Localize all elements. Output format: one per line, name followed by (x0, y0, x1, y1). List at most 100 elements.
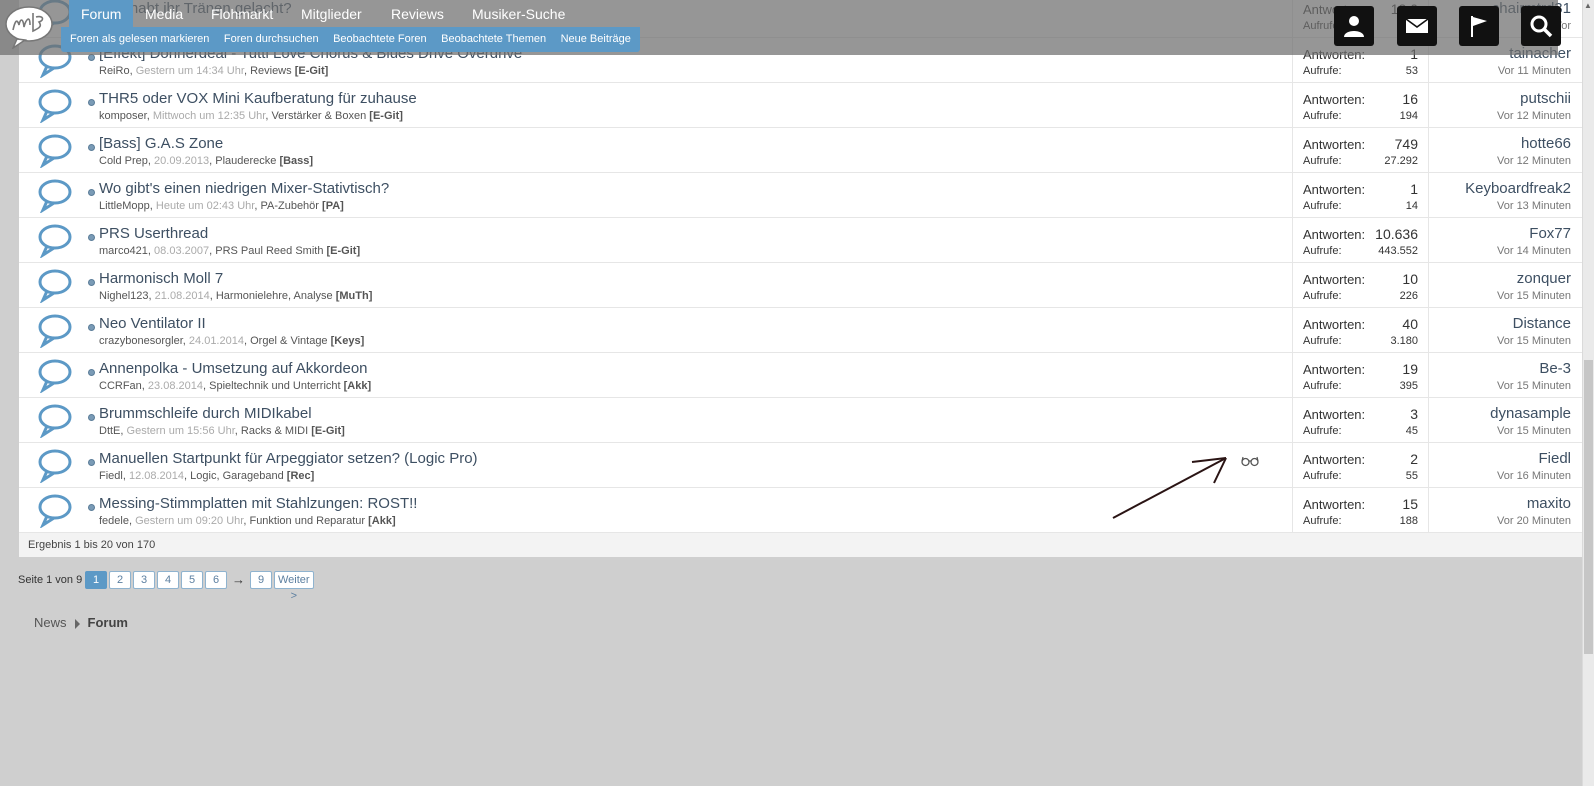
thread-date[interactable]: Gestern um 14:34 Uhr (136, 65, 244, 77)
thread-forum[interactable]: Funktion und Reparatur (249, 515, 365, 527)
thread-author[interactable]: fedele (99, 515, 129, 527)
thread-forum[interactable]: Harmonielehre, Analyse (216, 290, 333, 302)
thread-date[interactable]: 24.01.2014 (189, 335, 244, 347)
nav-tab-forum[interactable]: Forum (69, 0, 134, 28)
unread-dot-icon[interactable] (88, 504, 95, 511)
last-post-time[interactable]: Vor 13 Minuten (1497, 200, 1571, 212)
unread-dot-icon[interactable] (88, 369, 95, 376)
thread-title[interactable]: Wo gibt's einen niedrigen Mixer-Stativti… (99, 180, 389, 197)
thread-forum[interactable]: Orgel & Vintage (250, 335, 327, 347)
last-post-user[interactable]: Fox77 (1529, 225, 1571, 242)
thread-forum[interactable]: PA-Zubehör (260, 200, 319, 212)
subnav-watched-forums[interactable]: Beobachtete Foren (328, 27, 432, 52)
thread-title[interactable]: Annenpolka - Umsetzung auf Akkordeon (99, 360, 368, 377)
last-post-user[interactable]: zonquer (1517, 270, 1571, 287)
last-post-user[interactable]: hotte66 (1521, 135, 1571, 152)
breadcrumb-home[interactable]: News (34, 615, 67, 630)
thread-author[interactable]: Cold Prep (99, 155, 148, 167)
page-link-6[interactable]: 6 (205, 571, 227, 589)
breadcrumb-current[interactable]: Forum (88, 615, 128, 630)
last-post-time[interactable]: Vor 11 Minuten (1498, 65, 1571, 77)
page-link-1[interactable]: 1 (85, 571, 107, 589)
thread-title[interactable]: Manuellen Startpunkt für Arpeggiator set… (99, 450, 478, 467)
unread-dot-icon[interactable] (88, 99, 95, 106)
site-logo[interactable] (3, 3, 55, 49)
thread-title[interactable]: Brummschleife durch MIDIkabel (99, 405, 312, 422)
last-post-time[interactable]: Vor 15 Minuten (1497, 425, 1571, 437)
last-post-user[interactable]: putschii (1520, 90, 1571, 107)
thread-forum[interactable]: Plauderecke (215, 155, 276, 167)
scrollbar-thumb[interactable] (1584, 360, 1593, 654)
thread-date[interactable]: 21.08.2014 (155, 290, 210, 302)
unread-dot-icon[interactable] (88, 54, 95, 61)
thread-title[interactable]: THR5 oder VOX Mini Kaufberatung für zuha… (99, 90, 417, 107)
unread-dot-icon[interactable] (88, 144, 95, 151)
thread-date[interactable]: Heute um 02:43 Uhr (156, 200, 254, 212)
last-post-time[interactable]: Vor 15 Minuten (1497, 380, 1571, 392)
thread-title[interactable]: [Bass] G.A.S Zone (99, 135, 223, 152)
page-scrollbar[interactable]: ▲ (1582, 0, 1594, 786)
nav-tab-flohmarkt[interactable]: Flohmarkt (199, 0, 285, 28)
thread-date[interactable]: Mittwoch um 12:35 Uhr (153, 110, 266, 122)
thread-title[interactable]: Neo Ventilator II (99, 315, 206, 332)
last-post-time[interactable]: Vor 14 Minuten (1497, 245, 1571, 257)
unread-dot-icon[interactable] (88, 189, 95, 196)
subnav-mark-read[interactable]: Foren als gelesen markieren (65, 27, 214, 52)
last-post-user[interactable]: Distance (1513, 315, 1571, 332)
user-button[interactable] (1334, 6, 1374, 46)
thread-author[interactable]: Nighel123 (99, 290, 149, 302)
subnav-new-posts[interactable]: Neue Beiträge (556, 27, 636, 52)
thread-forum[interactable]: Spieltechnik und Unterricht (209, 380, 340, 392)
thread-forum[interactable]: Racks & MIDI (241, 425, 308, 437)
unread-dot-icon[interactable] (88, 459, 95, 466)
subnav-watched-threads[interactable]: Beobachtete Themen (436, 27, 551, 52)
thread-title[interactable]: PRS Userthread (99, 225, 208, 242)
last-post-time[interactable]: Vor 12 Minuten (1497, 110, 1571, 122)
unread-dot-icon[interactable] (88, 414, 95, 421)
thread-date[interactable]: 08.03.2007 (154, 245, 209, 257)
thread-date[interactable]: Gestern um 09:20 Uhr (135, 515, 243, 527)
scroll-up-icon[interactable]: ▲ (1584, 1, 1592, 10)
thread-author[interactable]: CCRFan (99, 380, 142, 392)
thread-author[interactable]: komposer (99, 110, 147, 122)
last-post-user[interactable]: maxito (1527, 495, 1571, 512)
thread-author[interactable]: LittleMopp (99, 200, 150, 212)
search-button[interactable] (1521, 6, 1561, 46)
last-post-user[interactable]: dynasample (1490, 405, 1571, 422)
last-post-time[interactable]: Vor 15 Minuten (1497, 335, 1571, 347)
thread-forum[interactable]: Verstärker & Boxen (271, 110, 366, 122)
last-post-time[interactable]: Vor 15 Minuten (1497, 290, 1571, 302)
unread-dot-icon[interactable] (88, 234, 95, 241)
thread-date[interactable]: 12.08.2014 (129, 470, 184, 482)
thread-author[interactable]: DttE (99, 425, 120, 437)
nav-tab-mitglieder[interactable]: Mitglieder (289, 0, 374, 28)
thread-author[interactable]: Fiedl (99, 470, 123, 482)
page-link-2[interactable]: 2 (109, 571, 131, 589)
last-post-user[interactable]: Be-3 (1539, 360, 1571, 377)
thread-author[interactable]: crazybonesorgler (99, 335, 183, 347)
unread-dot-icon[interactable] (88, 324, 95, 331)
nav-tab-musiker-suche[interactable]: Musiker-Suche (460, 0, 577, 28)
messages-button[interactable] (1397, 6, 1437, 46)
thread-date[interactable]: 23.08.2014 (148, 380, 203, 392)
thread-forum[interactable]: Logic, Garageband (190, 470, 284, 482)
page-link-5[interactable]: 5 (181, 571, 203, 589)
next-page-button[interactable]: Weiter > (274, 571, 314, 602)
subnav-search-forums[interactable]: Foren durchsuchen (219, 27, 324, 52)
page-link-3[interactable]: 3 (133, 571, 155, 589)
thread-author[interactable]: marco421 (99, 245, 148, 257)
last-post-time[interactable]: Vor 16 Minuten (1497, 470, 1571, 482)
last-post-time[interactable]: Vor 20 Minuten (1497, 515, 1571, 527)
thread-title[interactable]: Messing-Stimmplatten mit Stahlzungen: RO… (99, 495, 417, 512)
page-link-last[interactable]: 9 (250, 571, 272, 589)
thread-author[interactable]: ReiRo (99, 65, 130, 77)
unread-dot-icon[interactable] (88, 279, 95, 286)
nav-tab-reviews[interactable]: Reviews (379, 0, 456, 28)
page-link-4[interactable]: 4 (157, 571, 179, 589)
alerts-button[interactable] (1459, 6, 1499, 46)
thread-date[interactable]: Gestern um 15:56 Uhr (127, 425, 235, 437)
last-post-user[interactable]: Keyboardfreak2 (1465, 180, 1571, 197)
nav-tab-media[interactable]: Media (133, 0, 195, 28)
last-post-user[interactable]: Fiedl (1538, 450, 1571, 467)
thread-date[interactable]: 20.09.2013 (154, 155, 209, 167)
